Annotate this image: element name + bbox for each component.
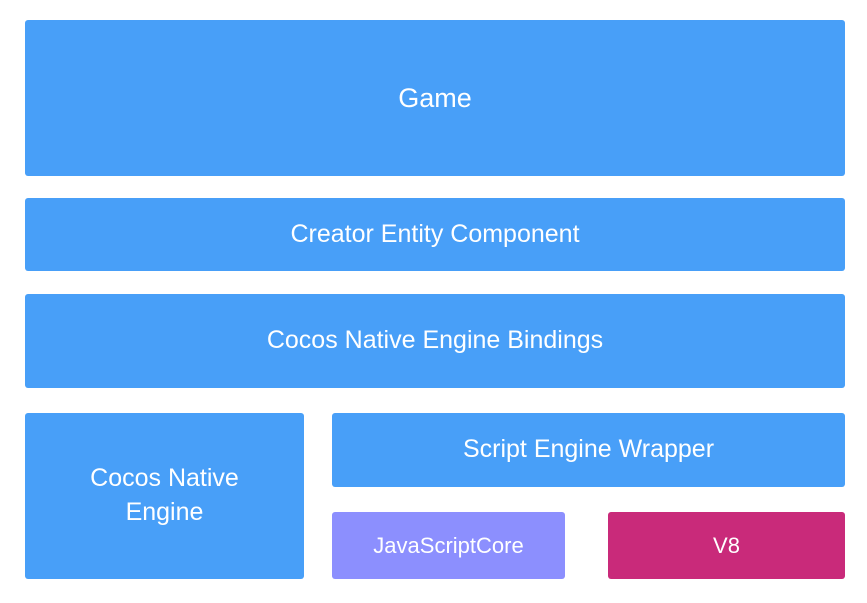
jsc-label: JavaScriptCore — [373, 532, 524, 558]
game-label: Game — [398, 82, 472, 113]
native-engine-label-line1: Cocos Native — [90, 464, 239, 493]
native-engine-label-line2: Engine — [125, 498, 204, 526]
v8-layer: V8 — [608, 512, 845, 579]
creator-entity-component-layer: Creator Entity Component — [25, 198, 845, 271]
javascriptcore-layer: JavaScriptCore — [332, 512, 565, 579]
script-engine-wrapper-layer: Script Engine Wrapper — [332, 413, 845, 487]
game-layer: Game — [25, 20, 845, 176]
wrapper-label: Script Engine Wrapper — [462, 435, 715, 464]
cocos-native-engine-layer: Cocos Native Engine — [25, 413, 304, 579]
v8-label: V8 — [713, 532, 740, 558]
bindings-label: Cocos Native Engine Bindings — [266, 326, 604, 355]
creator-label: Creator Entity Component — [290, 219, 580, 248]
native-engine-bindings-layer: Cocos Native Engine Bindings — [25, 294, 845, 388]
